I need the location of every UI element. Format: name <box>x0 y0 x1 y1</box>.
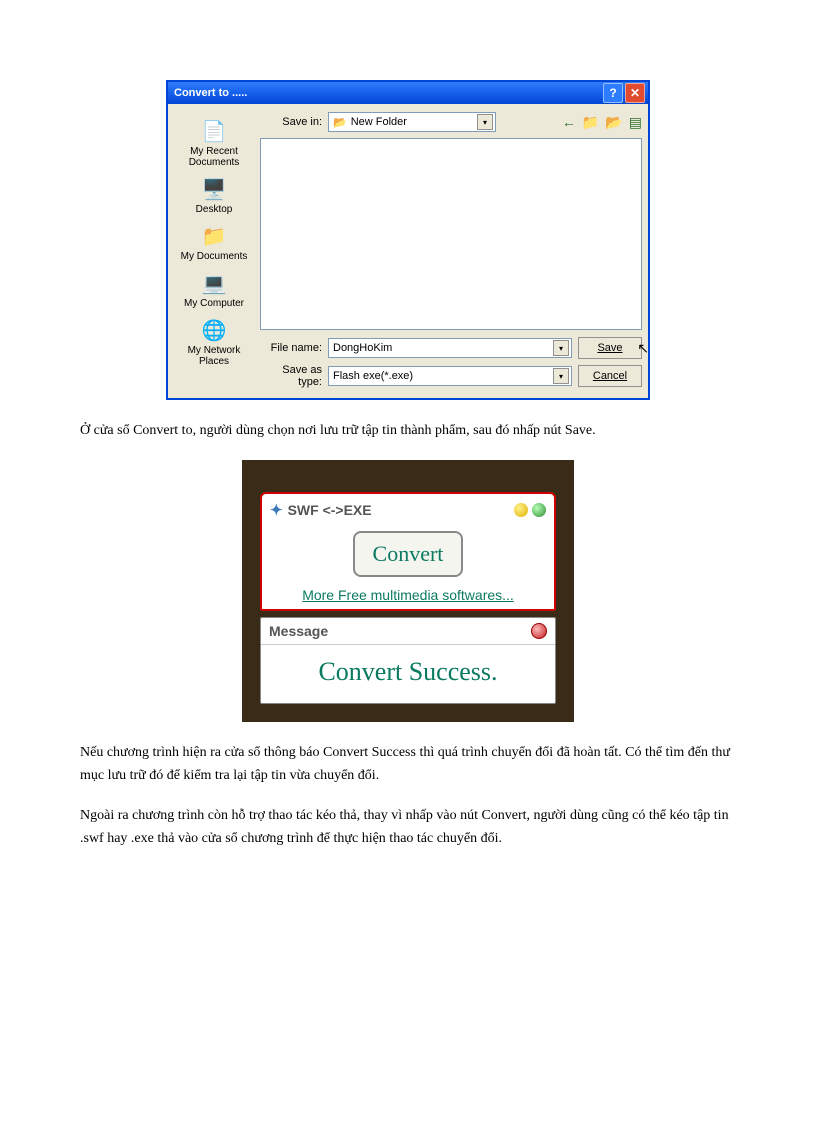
place-mycomputer[interactable]: 💻 My Computer <box>174 268 254 311</box>
place-label: Desktop <box>196 204 233 215</box>
file-name-input[interactable]: DongHoKim ▾ <box>328 338 572 358</box>
app-icon: ✦ <box>270 501 283 519</box>
place-network[interactable]: 🌐 My Network Places <box>174 315 254 369</box>
recent-docs-icon: 📄 <box>199 118 229 144</box>
dialog-toolbar: ← 📁 📂 ▤ <box>562 114 642 131</box>
folder-icon: 📂 <box>333 116 347 129</box>
close-icon[interactable] <box>531 623 547 639</box>
more-softwares-link[interactable]: More Free multimedia softwares... <box>270 585 546 603</box>
mydocuments-icon: 📁 <box>199 223 229 249</box>
places-bar: 📄 My Recent Documents 🖥️ Desktop 📁 My Do… <box>174 110 254 392</box>
file-name-label: File name: <box>260 342 322 354</box>
dialog-title: Convert to ..... <box>174 87 247 99</box>
chevron-down-icon: ▾ <box>553 368 569 384</box>
place-label: My Computer <box>184 298 244 309</box>
swf-screenshot: ✦ SWF <->EXE Convert More Free multimedi… <box>80 460 736 722</box>
paragraph-1: Ở cửa sổ Convert to, người dùng chọn nơi… <box>80 420 736 442</box>
file-name-value: DongHoKim <box>333 342 392 354</box>
save-in-value: New Folder <box>347 116 477 128</box>
window-controls <box>514 503 546 517</box>
save-as-type-combo[interactable]: Flash exe(*.exe) ▾ <box>328 366 572 386</box>
save-dialog: Convert to ..... ? ✕ 📄 My Recent Documen… <box>166 80 650 400</box>
cursor-icon: ↖ <box>637 340 649 357</box>
desktop-icon: 🖥️ <box>199 176 229 202</box>
swf-title: SWF <->EXE <box>288 502 372 518</box>
save-dialog-screenshot: Convert to ..... ? ✕ 📄 My Recent Documen… <box>80 80 736 400</box>
save-as-type-value: Flash exe(*.exe) <box>333 370 413 382</box>
dialog-titlebar: Convert to ..... ? ✕ <box>168 82 648 104</box>
place-label: My Documents <box>181 251 248 262</box>
views-icon[interactable]: ▤ <box>629 114 642 131</box>
paragraph-3: Ngoài ra chương trình còn hỗ trợ thao tá… <box>80 805 736 850</box>
mycomputer-icon: 💻 <box>199 270 229 296</box>
network-icon: 🌐 <box>199 317 229 343</box>
maximize-icon[interactable] <box>532 503 546 517</box>
paragraph-2: Nếu chương trình hiện ra cửa sổ thông bá… <box>80 742 736 787</box>
place-label: My Recent Documents <box>174 146 254 168</box>
place-recent[interactable]: 📄 My Recent Documents <box>174 116 254 170</box>
back-icon[interactable]: ← <box>562 114 576 130</box>
chevron-down-icon: ▾ <box>477 114 493 130</box>
save-button[interactable]: Save ↖ <box>578 337 642 359</box>
minimize-icon[interactable] <box>514 503 528 517</box>
message-body: Convert Success. <box>261 645 555 703</box>
help-button[interactable]: ? <box>603 83 623 103</box>
chevron-down-icon: ▾ <box>553 340 569 356</box>
titlebar-buttons: ? ✕ <box>603 83 645 103</box>
close-button[interactable]: ✕ <box>625 83 645 103</box>
place-desktop[interactable]: 🖥️ Desktop <box>174 174 254 217</box>
save-in-combo[interactable]: 📂 New Folder ▾ <box>328 112 496 132</box>
save-in-label: Save in: <box>260 116 322 128</box>
new-folder-icon[interactable]: 📂 <box>605 114 622 131</box>
save-as-type-label: Save as type: <box>260 364 322 388</box>
place-mydocs[interactable]: 📁 My Documents <box>174 221 254 264</box>
file-list-area[interactable] <box>260 138 642 330</box>
swf-window: ✦ SWF <->EXE Convert More Free multimedi… <box>260 492 556 611</box>
message-window: Message Convert Success. <box>260 617 556 704</box>
place-label: My Network Places <box>174 345 254 367</box>
cancel-button[interactable]: Cancel <box>578 365 642 387</box>
up-folder-icon[interactable]: 📁 <box>582 114 599 131</box>
message-title: Message <box>269 623 328 639</box>
convert-button[interactable]: Convert <box>353 531 464 577</box>
